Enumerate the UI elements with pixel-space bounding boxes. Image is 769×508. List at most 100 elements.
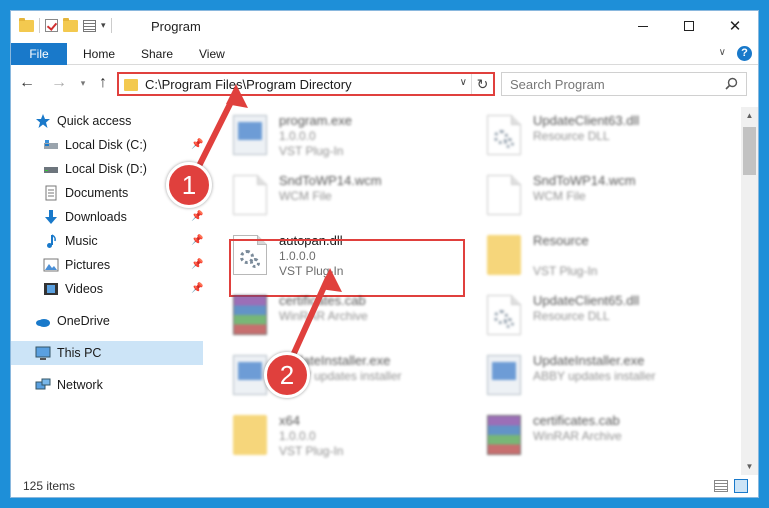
exe-icon [487, 355, 521, 395]
file-name: UpdateInstaller.exe [533, 353, 645, 368]
folder-icon [233, 415, 267, 455]
file-name: SndToWP14.wcm [279, 173, 382, 188]
address-path[interactable]: C:\Program Files\Program Directory [145, 77, 352, 92]
sidebar-item-onedrive[interactable]: OneDrive [11, 309, 203, 333]
search-icon[interactable] [725, 77, 738, 90]
title-bar: ▾ Program ✕ [11, 11, 758, 43]
file-list: program.exe 1.0.0.0 VST Plug-In UpdateCl… [217, 107, 739, 475]
chevron-down-icon[interactable]: ∨ [719, 47, 726, 58]
dll-icon [487, 295, 521, 335]
chevron-down-icon[interactable]: ∨ [460, 77, 467, 88]
forward-button[interactable]: → [49, 73, 69, 93]
minimize-button[interactable] [620, 11, 666, 41]
window-title: Program [151, 19, 201, 34]
folder-icon [124, 79, 138, 91]
sidebar-item-label: Local Disk (C:) [65, 138, 147, 152]
callout-step-2: 2 [264, 352, 310, 398]
navigation-bar: ← → ▾ ↑ C:\Program Files\Program Directo… [11, 69, 758, 99]
pictures-icon [43, 258, 59, 272]
item-count: 125 items [23, 479, 76, 493]
file-version: 1.0.0.0 [279, 129, 316, 143]
file-item[interactable]: UpdateClient65.dll Resource DLL [471, 287, 711, 343]
sidebar-item-downloads[interactable]: Downloads 📌 [11, 205, 203, 229]
explorer-window: ▾ Program ✕ File Home Share View ∨ ? ← →… [10, 10, 759, 498]
sidebar-item-music[interactable]: Music 📌 [11, 229, 203, 253]
scroll-thumb[interactable] [743, 127, 756, 175]
pin-icon[interactable]: 📌 [191, 235, 203, 247]
file-item[interactable]: Resource VST Plug-In [471, 227, 711, 283]
file-item[interactable]: SndToWP14.wcm WCM File [471, 167, 711, 223]
sidebar-item-label: Network [57, 378, 103, 392]
sidebar-item-label: Documents [65, 186, 129, 200]
maximize-icon [684, 21, 694, 31]
sidebar-item-pictures[interactable]: Pictures 📌 [11, 253, 203, 277]
file-item[interactable]: x64 1.0.0.0 VST Plug-In [217, 407, 457, 463]
separator [39, 18, 40, 33]
drive-icon [44, 140, 58, 149]
scroll-up-arrow-icon[interactable]: ▲ [741, 107, 758, 124]
tab-view[interactable]: View [185, 43, 239, 65]
maximize-button[interactable] [666, 11, 712, 41]
sidebar-item-this-pc[interactable]: This PC [11, 341, 203, 365]
file-type: WCM File [279, 189, 332, 203]
help-icon[interactable]: ? [737, 46, 752, 61]
up-button[interactable]: ↑ [93, 73, 113, 93]
view-options-icon[interactable] [83, 19, 96, 32]
folder-icon [19, 17, 34, 32]
pin-icon[interactable]: 📌 [191, 139, 203, 151]
documents-icon [45, 185, 57, 201]
search-box[interactable] [501, 72, 747, 96]
cloud-icon [36, 319, 50, 327]
file-name: certificates.cab [533, 413, 620, 428]
navigation-pane: Quick access Local Disk (C:) 📌 Local Dis… [11, 107, 203, 475]
callout-step-1: 1 [166, 162, 212, 208]
quick-access-toolbar: ▾ [19, 17, 112, 33]
file-item[interactable]: certificates.cab WinRAR Archive [217, 287, 457, 343]
dll-icon [487, 115, 521, 155]
address-bar[interactable]: C:\Program Files\Program Directory ∨ ↻ [117, 72, 495, 96]
ribbon-tabs: File Home Share View ∨ ? [11, 43, 758, 65]
exe-icon [233, 355, 267, 395]
pin-icon[interactable]: 📌 [191, 259, 203, 271]
refresh-button[interactable]: ↻ [471, 74, 493, 94]
sidebar-item-label: OneDrive [57, 314, 110, 328]
document-icon [487, 175, 521, 215]
back-button[interactable]: ← [17, 73, 37, 93]
gear-icon [504, 318, 514, 328]
winrar-icon [487, 415, 521, 455]
recent-locations-button[interactable]: ▾ [73, 73, 93, 93]
file-item[interactable]: program.exe 1.0.0.0 VST Plug-In [217, 107, 457, 163]
sidebar-item-label: Downloads [65, 210, 127, 224]
sidebar-item-label: This PC [57, 346, 102, 360]
gear-icon [504, 138, 514, 148]
tab-home[interactable]: Home [69, 43, 129, 65]
file-type: WCM File [533, 189, 586, 203]
minimize-icon [638, 25, 648, 27]
new-folder-icon[interactable] [63, 17, 78, 32]
file-type: VST Plug-In [279, 444, 344, 458]
file-version: 1.0.0.0 [279, 429, 316, 443]
details-view-icon[interactable] [714, 480, 728, 492]
file-type: Resource DLL [533, 309, 610, 323]
file-item[interactable]: UpdateClient63.dll Resource DLL [471, 107, 711, 163]
scroll-down-arrow-icon[interactable]: ▼ [741, 458, 758, 475]
tab-file[interactable]: File [11, 43, 67, 65]
sidebar-item-local-disk-c[interactable]: Local Disk (C:) 📌 [11, 133, 203, 157]
file-item[interactable]: SndToWP14.wcm WCM File [217, 167, 457, 223]
file-item[interactable]: UpdateInstaller.exe ABBY updates install… [471, 347, 711, 403]
file-item[interactable]: certificates.cab WinRAR Archive [471, 407, 711, 463]
file-item[interactable]: UpdateInstaller.exe ABBY updates install… [217, 347, 457, 403]
search-input[interactable] [510, 77, 710, 92]
sidebar-item-quick-access[interactable]: Quick access [11, 109, 203, 133]
vertical-scrollbar[interactable]: ▲ ▼ [741, 107, 758, 475]
properties-check-icon[interactable] [45, 19, 58, 32]
pin-icon[interactable]: 📌 [191, 211, 203, 223]
file-type: Resource DLL [533, 129, 610, 143]
tab-share[interactable]: Share [127, 43, 187, 65]
chevron-down-icon[interactable]: ▾ [101, 20, 106, 31]
sidebar-item-videos[interactable]: Videos 📌 [11, 277, 203, 301]
close-button[interactable]: ✕ [712, 11, 758, 41]
sidebar-item-network[interactable]: Network [11, 373, 203, 397]
large-icons-view-icon[interactable] [734, 479, 748, 493]
pin-icon[interactable]: 📌 [191, 283, 203, 295]
